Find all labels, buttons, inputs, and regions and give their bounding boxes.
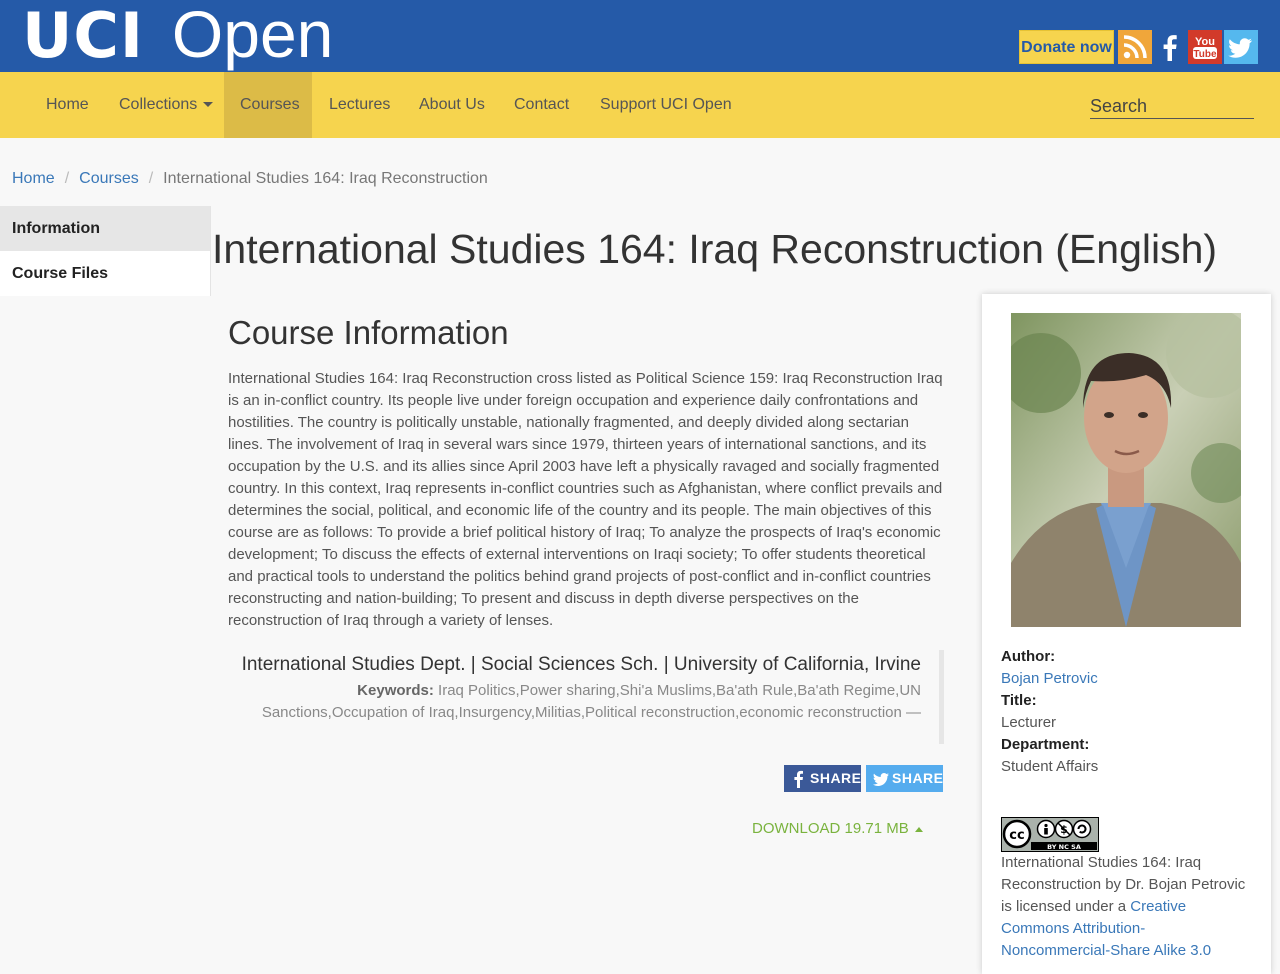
twitter-share-label: SHARE (892, 770, 944, 786)
license-text: International Studies 164: Iraq Reconstr… (1001, 852, 1253, 962)
nav-courses[interactable]: Courses (224, 72, 312, 138)
nav-home[interactable]: Home (30, 72, 105, 138)
download-button[interactable]: DOWNLOAD 19.71 MB (752, 820, 923, 837)
facebook-icon[interactable] (1153, 30, 1187, 64)
department-line: International Studies Dept. | Social Sci… (241, 654, 921, 675)
creative-commons-badge[interactable]: BY NC SA cc $ (1001, 817, 1099, 852)
course-meta-quote: International Studies Dept. | Social Sci… (228, 650, 944, 744)
side-item-course-files[interactable]: Course Files (0, 251, 211, 296)
breadcrumb-separator: / (64, 170, 70, 187)
rss-icon[interactable] (1118, 30, 1152, 64)
side-item-information[interactable]: Information (0, 206, 211, 251)
author-label: Author: (1001, 648, 1056, 665)
nav-collections-label: Collections (119, 96, 198, 113)
youtube-text-top: You (1195, 36, 1215, 48)
site-header: UCI Open Donate now You Tube (0, 0, 1280, 72)
breadcrumb-courses[interactable]: Courses (79, 170, 139, 187)
breadcrumb-home[interactable]: Home (12, 170, 55, 187)
twitter-icon (873, 773, 889, 786)
logo-bold-text: UCI (22, 0, 144, 72)
department-value: Student Affairs (1001, 758, 1099, 775)
caret-up-icon (914, 826, 923, 832)
breadcrumb-current: International Studies 164: Iraq Reconstr… (163, 170, 488, 187)
license-statement: International Studies 164: Iraq Reconstr… (1001, 854, 1246, 915)
svg-text:cc: cc (1009, 828, 1024, 843)
twitter-share-button[interactable]: SHARE (866, 765, 943, 792)
facebook-icon (794, 770, 803, 788)
cc-badge-text: BY NC SA (1047, 843, 1081, 851)
nav-collections[interactable]: Collections (103, 72, 229, 138)
author-photo (1011, 313, 1241, 627)
keywords-label: Keywords: (357, 682, 434, 699)
breadcrumb: Home / Courses / International Studies 164: … (12, 170, 488, 188)
course-description: International Studies 164: Iraq Reconstr… (228, 370, 943, 629)
side-nav: Information Course Files (0, 206, 211, 296)
nav-support[interactable]: Support UCI Open (584, 72, 748, 138)
youtube-icon[interactable]: You Tube (1188, 30, 1222, 64)
nav-contact[interactable]: Contact (498, 72, 585, 138)
logo-light-text: Open (171, 0, 334, 71)
search-input[interactable] (1090, 94, 1254, 119)
nav-about-us[interactable]: About Us (403, 72, 501, 138)
chevron-down-icon (203, 102, 214, 108)
author-name-link[interactable]: Bojan Petrovic (1001, 670, 1098, 687)
author-card: Author: Bojan Petrovic Title: Lecturer D… (982, 294, 1271, 974)
page-title: International Studies 164: Iraq Reconstr… (212, 226, 1218, 272)
nav-lectures[interactable]: Lectures (313, 72, 406, 138)
main-nav: Home Collections Courses Lectures About … (0, 72, 1280, 138)
twitter-icon[interactable] (1224, 30, 1258, 64)
youtube-text-bottom: Tube (1193, 49, 1217, 60)
title-value: Lecturer (1001, 714, 1057, 731)
department-label: Department: (1001, 736, 1090, 753)
section-title: Course Information (228, 314, 509, 351)
uci-open-logo[interactable]: UCI Open (22, 0, 333, 72)
facebook-share-button[interactable]: SHARE (784, 765, 861, 792)
download-label: DOWNLOAD 19.71 MB (752, 820, 909, 837)
facebook-share-label: SHARE (810, 770, 862, 786)
donate-button[interactable]: Donate now (1019, 30, 1114, 64)
breadcrumb-separator: / (148, 170, 154, 187)
keywords: Keywords: Iraq Politics,Power sharing,Sh… (228, 680, 921, 724)
title-label: Title: (1001, 692, 1037, 709)
